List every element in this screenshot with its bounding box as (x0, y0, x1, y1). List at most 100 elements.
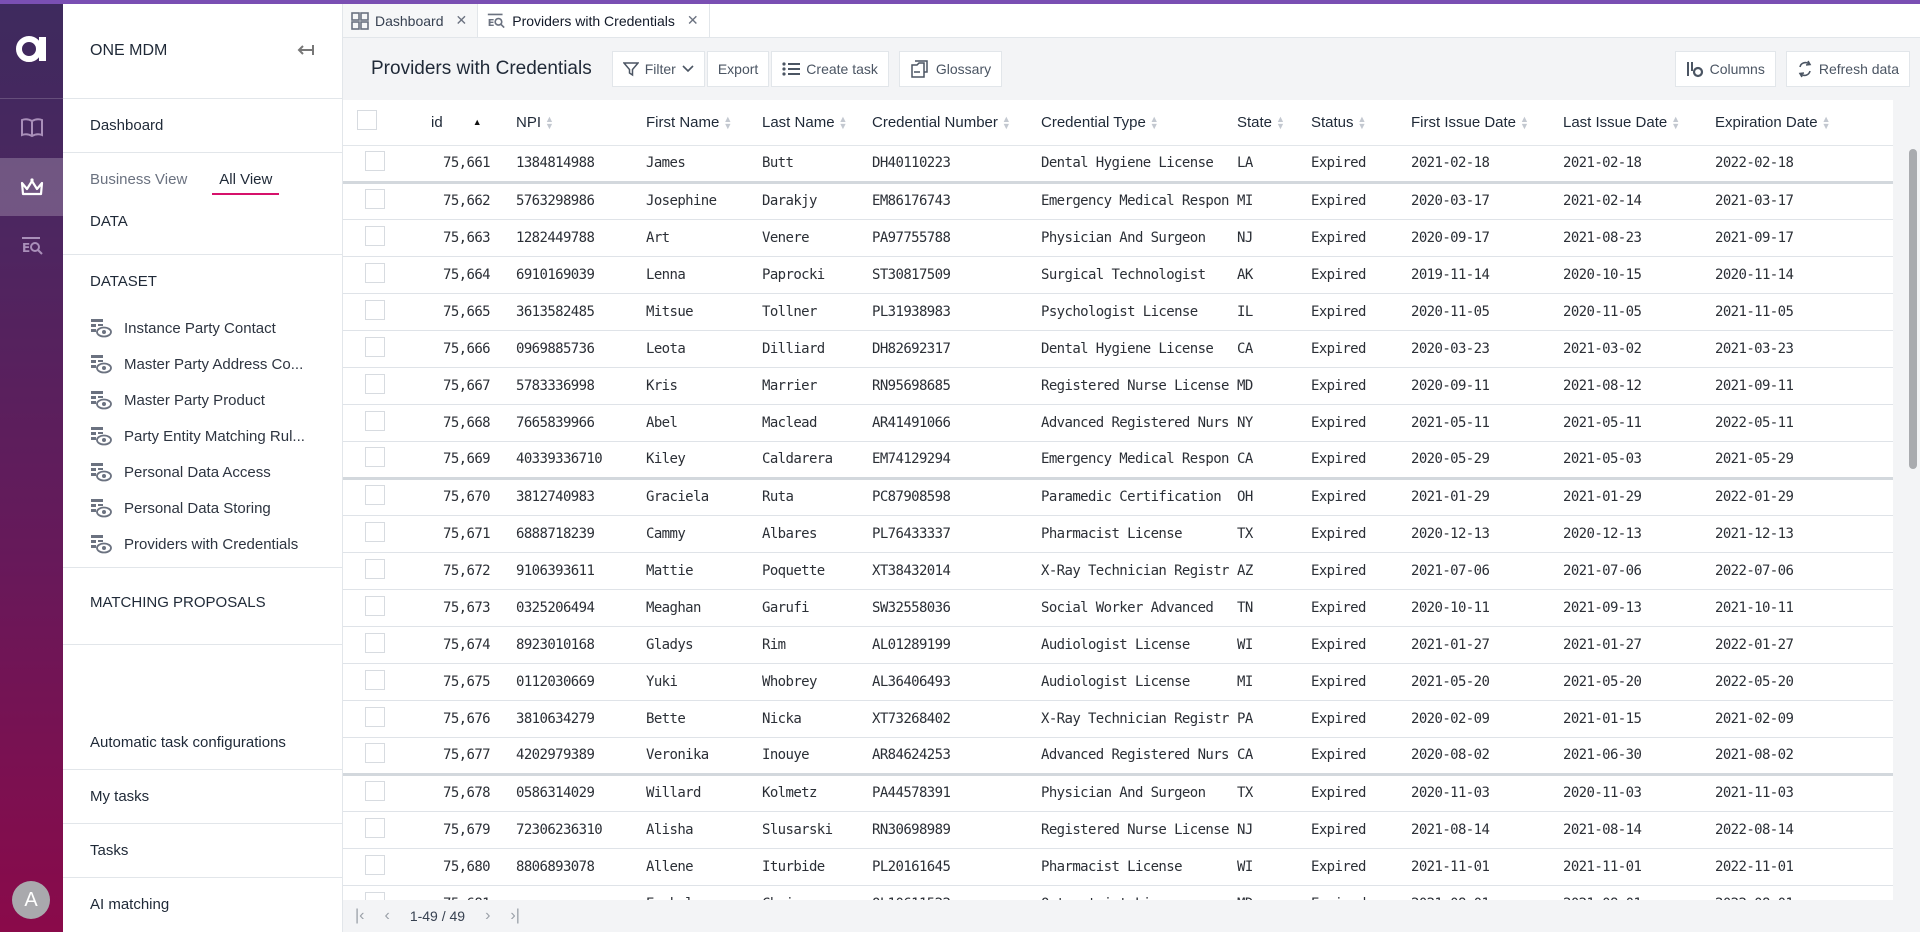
dataset-item[interactable]: Instance Party Contact (63, 310, 342, 346)
column-header[interactable]: First Name ▲ ▼ (638, 100, 754, 146)
table-row[interactable]: 75,670 3812740983 Graciela Ruta PC87908598 Pa… (343, 478, 1893, 516)
dataset-item[interactable]: Personal Data Access (63, 454, 342, 490)
row-checkbox[interactable] (365, 521, 385, 542)
row-checkbox[interactable] (365, 669, 385, 690)
row-checkbox[interactable] (365, 299, 385, 320)
table-row[interactable]: 75,666 0969885736 Leota Dilliard DH82692317 D… (343, 330, 1893, 368)
last-page-icon[interactable]: ›| (510, 907, 519, 925)
sort-icon[interactable]: ▲ ▼ (723, 114, 732, 130)
prev-page-icon[interactable]: ‹ (384, 907, 389, 925)
column-header[interactable]: Last Name ▲ ▼ (754, 100, 864, 146)
row-checkbox[interactable] (365, 817, 385, 838)
table-row[interactable]: 75,665 3613582485 Mitsue Tollner PL31938983 P… (343, 293, 1893, 331)
row-checkbox[interactable] (365, 558, 385, 579)
tab-providers-with-credentials[interactable]: E Providers with Credentials ✕ (478, 4, 710, 37)
sort-icon[interactable]: ▲ ▼ (545, 114, 554, 130)
row-checkbox[interactable] (365, 632, 385, 653)
row-checkbox[interactable] (365, 743, 385, 763)
collapse-sidebar-icon[interactable] (297, 41, 315, 62)
table-row[interactable]: 75,672 9106393611 Mattie Poquette XT38432014… (343, 552, 1893, 590)
next-page-icon[interactable]: › (485, 907, 490, 925)
table-row[interactable]: 75,662 5763298986 Josephine Darakjy EM861767… (343, 182, 1893, 220)
columns-button[interactable]: Columns (1674, 51, 1776, 87)
table-row[interactable]: 75,681 EzekelChuiOL10611522Optometrist Li… (343, 885, 1893, 900)
table-row[interactable]: 75,668 7665839966 Abel Maclead AR41491066 Adv… (343, 404, 1893, 442)
data-section-label[interactable]: DATA (63, 193, 342, 255)
sort-ascending-icon[interactable]: ▲ (473, 118, 482, 127)
close-tab-icon[interactable]: ✕ (456, 12, 468, 29)
business-view-tab[interactable]: Business View (90, 171, 187, 193)
row-checkbox[interactable] (365, 373, 385, 394)
row-checkbox[interactable] (365, 189, 385, 209)
dataset-item[interactable]: Party Entity Matching Rul... (63, 418, 342, 454)
sort-icon[interactable]: ▲ ▼ (1358, 114, 1367, 130)
row-checkbox[interactable] (365, 706, 385, 727)
row-checkbox[interactable] (365, 781, 385, 801)
vertical-scrollbar[interactable] (1909, 149, 1917, 469)
sidebar-item-tasks[interactable]: Tasks (63, 824, 342, 878)
glossary-button[interactable]: Glossary (898, 51, 1003, 87)
sidebar-item-dashboard[interactable]: Dashboard (63, 99, 342, 153)
select-all-checkbox[interactable] (357, 110, 377, 131)
column-header[interactable]: State ▲ ▼ (1229, 100, 1303, 146)
export-button[interactable]: Export (706, 51, 770, 87)
sort-icon[interactable]: ▲ ▼ (1822, 114, 1831, 130)
dataset-item[interactable]: Master Party Address Co... (63, 346, 342, 382)
column-header[interactable]: Expiration Date ▲ ▼ (1707, 100, 1893, 146)
table-row[interactable]: 75,671 6888718239 Cammy Albares PL76433337 Ph… (343, 515, 1893, 553)
column-header[interactable]: Credential Number ▲ ▼ (864, 100, 1033, 146)
table-row[interactable]: 75,664 6910169039 Lenna Paprocki ST30817509 S… (343, 256, 1893, 294)
create-task-button[interactable]: Create task (771, 51, 889, 87)
dataset-item[interactable]: Providers with Credentials (63, 526, 342, 562)
refresh-data-button[interactable]: Refresh data (1785, 51, 1910, 87)
column-header[interactable]: Last Issue Date ▲ ▼ (1555, 100, 1707, 146)
filter-button[interactable]: Filter (611, 51, 705, 87)
row-checkbox[interactable] (365, 485, 385, 505)
table-row[interactable]: 75,676 3810634279 Bette Nicka XT73268402 X-Ra… (343, 700, 1893, 738)
matching-proposals-section[interactable]: MATCHING PROPOSALS (63, 567, 342, 645)
table-row[interactable]: 75,675 0112030669 Yuki Whobrey AL36406493 Aud… (343, 663, 1893, 701)
table-row[interactable]: 75,669 40339336710 Kiley Caldarera EM7412929… (343, 441, 1893, 480)
table-row[interactable]: 75,674 8923010168 Gladys Rim AL01289199 Audio… (343, 626, 1893, 664)
dataset-item[interactable]: Master Party Product (63, 382, 342, 418)
row-checkbox[interactable] (365, 447, 385, 467)
row-checkbox[interactable] (365, 854, 385, 875)
table-row[interactable]: 75,667 5783336998 Kris Marrier RN95698685 Reg… (343, 367, 1893, 405)
row-checkbox[interactable] (365, 891, 385, 900)
column-header[interactable]: First Issue Date ▲ ▼ (1403, 100, 1555, 146)
column-header[interactable]: NPI ▲ ▼ (508, 100, 638, 146)
sort-icon[interactable]: ▲ ▼ (1276, 114, 1285, 130)
sort-icon[interactable]: ▲ ▼ (1520, 114, 1529, 130)
table-row[interactable]: 75,677 4202979389 Veronika Inouye AR84624253… (343, 737, 1893, 776)
table-row[interactable]: 75,678 0586314029 Willard Kolmetz PA44578391… (343, 774, 1893, 812)
row-checkbox[interactable] (365, 225, 385, 246)
column-header[interactable]: Status ▲ ▼ (1303, 100, 1403, 146)
row-checkbox[interactable] (365, 595, 385, 616)
first-page-icon[interactable]: |‹ (355, 907, 364, 925)
column-header[interactable]: Credential Type ▲ ▼ (1033, 100, 1229, 146)
row-checkbox[interactable] (365, 336, 385, 357)
rail-data-catalog-button[interactable]: E (0, 217, 63, 275)
rail-mdm-button[interactable] (0, 158, 63, 216)
table-row[interactable]: 75,679 72306236310 Alisha Slusarski RN306989… (343, 811, 1893, 849)
rail-glossary-button[interactable] (0, 99, 63, 157)
table-row[interactable]: 75,673 0325206494 Meaghan Garufi SW32558036 S… (343, 589, 1893, 627)
table-row[interactable]: 75,680 8806893078 Allene Iturbide PL20161645… (343, 848, 1893, 886)
row-checkbox[interactable] (365, 262, 385, 283)
row-checkbox[interactable] (365, 151, 385, 171)
user-avatar[interactable]: A (12, 881, 50, 919)
close-tab-icon[interactable]: ✕ (687, 12, 699, 29)
sort-icon[interactable]: ▲ ▼ (1150, 114, 1159, 130)
sidebar-item-ai-matching[interactable]: AI matching (63, 878, 342, 932)
sort-icon[interactable]: ▲ ▼ (1671, 114, 1680, 130)
app-logo[interactable] (0, 24, 63, 74)
all-view-tab[interactable]: All View (212, 171, 280, 195)
sidebar-item-my-tasks[interactable]: My tasks (63, 770, 342, 824)
sidebar-item-automatic-task-configurations[interactable]: Automatic task configurations (63, 716, 342, 770)
tab-dashboard[interactable]: Dashboard ✕ (343, 4, 479, 37)
table-row[interactable]: 75,663 1282449788 Art Venere PA97755788 Physi… (343, 219, 1893, 257)
sort-icon[interactable]: ▲ ▼ (839, 114, 848, 130)
table-row[interactable]: 75,661 1384814988 James Butt DH40110223 Denta… (343, 145, 1893, 184)
row-checkbox[interactable] (365, 410, 385, 431)
dataset-item[interactable]: Personal Data Storing (63, 490, 342, 526)
